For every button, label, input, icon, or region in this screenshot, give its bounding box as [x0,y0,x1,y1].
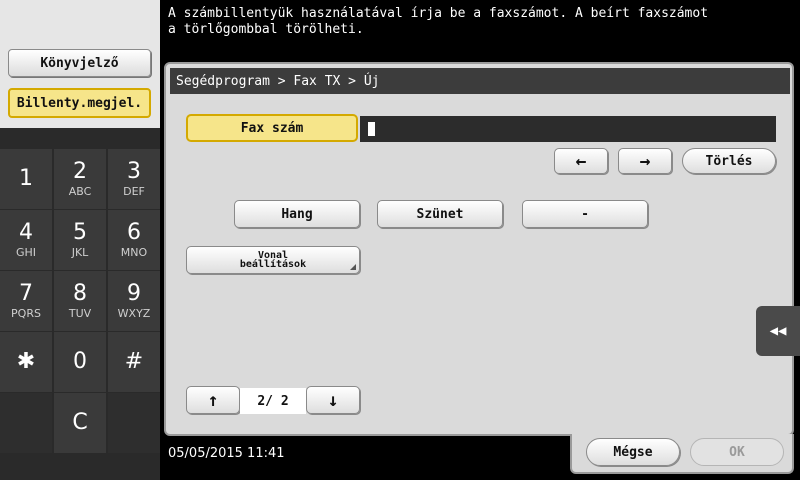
asterisk-icon: ✱ [16,349,36,374]
key-5[interactable]: 5 JKL [54,210,106,270]
submenu-corner-icon [350,264,356,270]
tone-button[interactable]: Hang [234,200,360,228]
arrow-down-icon: ↓ [327,389,339,411]
left-panel: Könyvjelző Billenty.megjel. 1 2 ABC 3 DEF … [0,0,160,480]
key-digit: 1 [19,166,33,191]
key-1[interactable]: 1 [0,149,52,209]
collapse-panel-tab[interactable]: ◀◀ [756,306,800,356]
key-digit: C [72,410,88,435]
main-panel: Segédprogram > Fax TX > Új Fax szám ← → … [164,62,794,436]
key-digit: 4 [19,219,33,245]
key-digit: 9 [127,280,141,306]
pause-button[interactable]: Szünet [377,200,503,228]
key-digit: 6 [127,219,141,245]
key-8[interactable]: 8 TUV [54,271,106,331]
cancel-button[interactable]: Mégse [586,438,680,466]
key-digit: 7 [19,280,33,306]
key-digit: 5 [73,219,87,245]
key-4[interactable]: 4 GHI [0,210,52,270]
key-asterisk[interactable]: ✱ [0,332,52,392]
show-keypad-button[interactable]: Billenty.megjel. [8,88,151,118]
date-time: 05/05/2015 11:41 [168,446,285,461]
page-down-button[interactable]: ↓ [306,386,360,414]
key-blank [0,393,52,453]
key-digit: 2 [73,158,87,184]
key-letters: DEF [123,184,145,198]
cursor-left-button[interactable]: ← [554,148,608,174]
instruction-message: A számbillentyük használatával írja be a… [168,6,709,37]
key-letters: TUV [68,306,92,320]
arrow-left-icon: ← [575,150,587,172]
action-bar: Mégse OK [570,434,794,474]
breadcrumb: Segédprogram > Fax TX > Új [170,68,790,94]
delete-button[interactable]: Törlés [682,148,776,174]
double-chevron-left-icon: ◀◀ [769,323,787,339]
key-letters: PQRS [11,306,41,320]
numeric-keypad: 1 2 ABC 3 DEF 4 GHI 5 JKL 6 MNO 7 PQRS 8 TUV 9W… [0,149,160,453]
arrow-right-icon: → [639,150,651,172]
page-indicator: 2/ 2 [240,388,306,414]
key-digit: 3 [127,158,141,184]
fax-number-input[interactable] [360,116,776,142]
key-digit: 0 [73,349,87,374]
key-hash[interactable]: # [108,332,160,392]
key-0[interactable]: 0 [54,332,106,392]
key-9[interactable]: 9 WXYZ [108,271,160,331]
line-settings-label-2: beállítások [239,259,307,270]
arrow-up-icon: ↑ [207,389,219,411]
bookmark-button[interactable]: Könyvjelző [8,49,151,77]
key-digit: 8 [73,280,87,306]
key-digit: # [124,349,144,374]
fax-number-button[interactable]: Fax szám [186,114,358,142]
key-letters: WXYZ [117,306,151,320]
key-6[interactable]: 6 MNO [108,210,160,270]
line-settings-button[interactable]: Vonal beállítások [186,246,360,274]
key-3[interactable]: 3 DEF [108,149,160,209]
key-clear[interactable]: C [54,393,106,453]
page-up-button[interactable]: ↑ [186,386,240,414]
cursor-right-button[interactable]: → [618,148,672,174]
key-2[interactable]: 2 ABC [54,149,106,209]
ok-button[interactable]: OK [690,438,784,466]
dash-button[interactable]: - [522,200,648,228]
key-letters: ABC [68,184,92,198]
key-letters: MNO [120,245,148,259]
text-cursor [368,122,375,136]
key-7[interactable]: 7 PQRS [0,271,52,331]
key-letters: GHI [15,245,37,259]
key-blank [108,393,160,453]
key-letters: JKL [71,245,89,259]
